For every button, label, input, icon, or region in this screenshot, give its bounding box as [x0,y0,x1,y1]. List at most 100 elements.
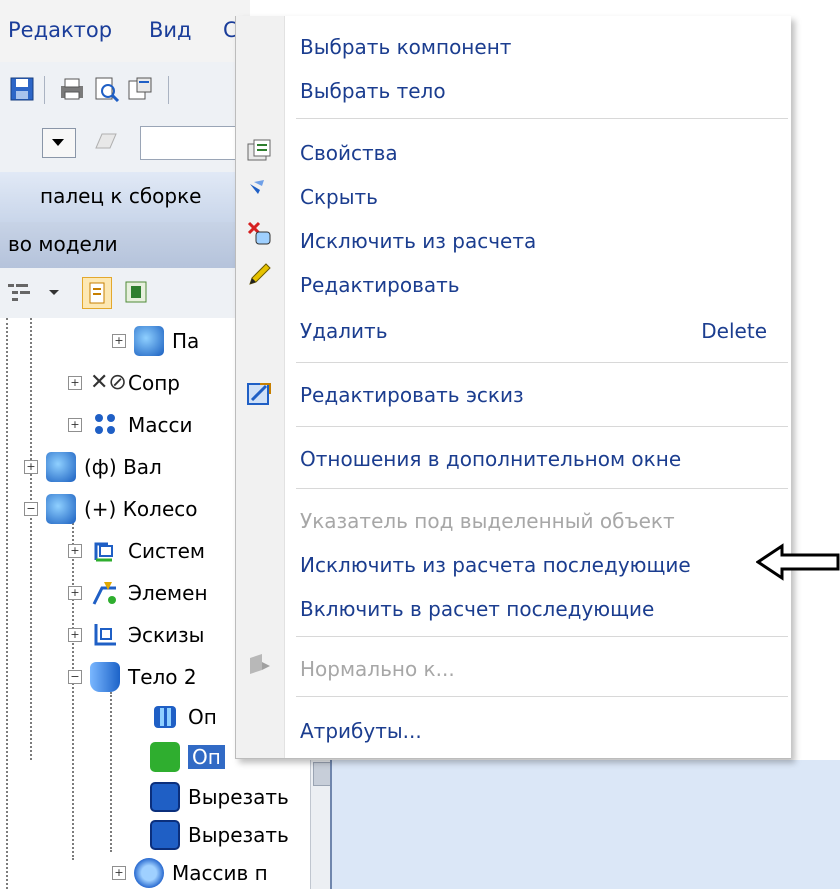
menu-separator [296,696,788,697]
collapse-icon[interactable]: − [24,502,38,516]
pencil-icon [246,262,272,288]
operation-icon [150,702,180,732]
tree-item[interactable]: Оп [150,700,217,734]
scrollbar-thumb[interactable] [313,762,331,786]
tree-item[interactable]: − (+) Колесо [24,492,197,526]
chevron-down-icon[interactable] [42,280,66,304]
tree-item-selected[interactable]: Оп [150,740,225,774]
tree-item[interactable]: Вырезать [150,780,289,814]
menu-item-properties[interactable]: Свойства [284,134,791,174]
tree-item-label: Оп [188,705,217,729]
menu-item-normal-to: Нормально к... [284,650,791,690]
expand-icon[interactable]: + [68,418,82,432]
model-tree-header: во модели [0,222,250,268]
tree-item-label: Масси [128,413,193,437]
document-tab[interactable]: палец к сборке [0,172,250,223]
state-combo-field[interactable] [140,126,242,160]
model-tree-title: во модели [8,232,118,256]
tree-view-mode-icon[interactable] [6,280,30,304]
menu-item-hide[interactable]: Скрыть [284,178,791,218]
menu-item-pointer-under-object: Указатель под выделенный объект [284,502,791,542]
outline-arrow-left-icon [755,542,840,582]
tree-item[interactable]: + Элемен [68,576,208,610]
tree-item-label: Вырезать [188,823,289,847]
tree-item[interactable]: + Масси [68,408,193,442]
tree-item-label: (+) Колесо [84,497,198,521]
print-icon[interactable] [58,76,86,102]
menu-item-label: Исключить из расчета [300,229,537,253]
menu-item-edit[interactable]: Редактировать [284,266,791,306]
page-setup-icon[interactable] [126,76,154,102]
menu-item-label: Редактировать [300,273,460,297]
tree-item-label: Элемен [128,581,208,605]
tree-item[interactable]: + (ф) Вал [24,450,162,484]
properties-icon [246,138,272,164]
dropdown-button[interactable] [42,128,76,158]
tree-toolbar [0,268,250,319]
tree-item[interactable]: Вырезать [150,818,289,852]
tree-item[interactable]: + ✕⊘ Сопр [68,366,180,400]
menu-item-label: Нормально к... [300,657,455,681]
tree-item[interactable]: + Массив п [112,856,268,890]
tree-structure-icon[interactable] [124,280,148,304]
part-icon [134,326,164,356]
menu-item-label: Отношения в дополнительном окне [300,447,682,471]
expand-icon[interactable]: + [68,628,82,642]
edit-sketch-icon [246,380,272,406]
part-icon [46,494,76,524]
elements-icon [90,578,120,608]
menu-item-shortcut: Delete [701,319,767,343]
expand-icon[interactable]: + [68,544,82,558]
menu-item-label: Выбрать компонент [300,35,512,59]
expand-icon[interactable]: + [68,376,82,390]
print-preview-icon[interactable] [92,76,120,103]
expand-icon[interactable]: + [68,586,82,600]
tree-filter-icon[interactable] [82,277,112,309]
menu-item-label: Включить в расчет последующие [300,597,655,621]
menu-separator [296,426,788,427]
menu-item-label: Исключить из расчета последующие [300,553,691,577]
save-icon[interactable] [8,76,36,102]
collapse-icon[interactable]: − [68,670,82,684]
model-viewport[interactable] [330,760,840,889]
menu-item-edit-sketch[interactable]: Редактировать эскиз [284,376,791,416]
menu-item-select-body[interactable]: Выбрать тело [284,72,791,112]
layer-icon[interactable] [92,128,120,154]
cut-icon [150,820,180,850]
menu-item-exclude-from-calc[interactable]: Исключить из расчета [284,222,791,262]
tree-item[interactable]: + Па [112,324,199,358]
expand-icon[interactable]: + [24,460,38,474]
tree-guide-line [6,318,8,889]
tree-item[interactable]: + Эскизы [68,618,204,652]
menu-editor[interactable]: Редактор [8,18,112,42]
expand-icon[interactable]: + [112,866,126,880]
app-window: Редактор Вид С палец к сборке во модели [0,0,840,889]
hide-icon [246,176,272,202]
operation-selected-icon [150,742,180,772]
menu-item-label: Атрибуты... [300,719,422,743]
menu-item-label: Редактировать эскиз [300,383,524,407]
menu-item-relations-window[interactable]: Отношения в дополнительном окне [284,440,791,480]
tree-item[interactable]: − Тело 2 [68,660,197,694]
menu-item-attributes[interactable]: Атрибуты... [284,712,791,752]
context-menu: Выбрать компонент Выбрать тело Свойства … [235,16,791,759]
menu-item-select-component[interactable]: Выбрать компонент [284,28,791,68]
constraint-icon: ✕⊘ [90,370,127,395]
tree-item-label: Вырезать [188,785,289,809]
tree-item-label: Сопр [128,371,180,395]
cut-icon [150,782,180,812]
tree-item-label: Массив п [172,861,268,885]
exclude-icon [246,220,272,246]
sketches-icon [90,620,120,650]
menu-item-include-subsequent[interactable]: Включить в расчет последующие [284,590,791,630]
tree-item[interactable]: + Систем [68,534,205,568]
menu-item-delete[interactable]: Удалить Delete [284,312,791,352]
menu-item-label: Выбрать тело [300,79,446,103]
body-icon [90,662,120,692]
menu-item-exclude-subsequent[interactable]: Исключить из расчета последующие [284,546,791,586]
tree-item-label: (ф) Вал [84,455,162,479]
coordinate-system-icon [90,536,120,566]
menu-view[interactable]: Вид [149,18,192,42]
expand-icon[interactable]: + [112,334,126,348]
tree-item-label: Эскизы [128,623,205,647]
